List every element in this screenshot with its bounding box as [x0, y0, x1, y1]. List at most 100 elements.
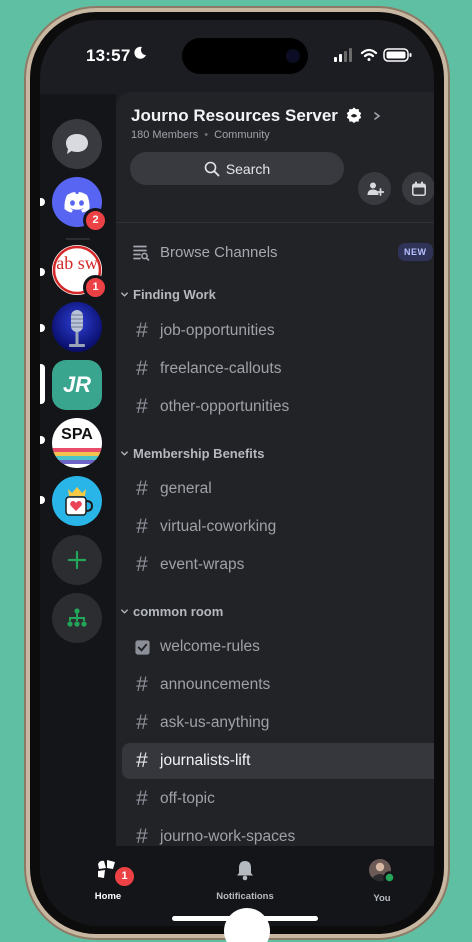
spa-stripes [52, 448, 102, 464]
chevron-down-icon [121, 451, 128, 456]
tab-notifications[interactable]: Notifications [195, 858, 295, 902]
channel-off-topic[interactable]: # off-topic [122, 781, 434, 817]
channel-label: virtual-coworking [160, 518, 277, 535]
chevron-down-icon [121, 609, 128, 614]
bell-icon [237, 861, 253, 881]
channel-freelance-callouts[interactable]: # freelance-callouts [122, 351, 434, 387]
category-membership-benefits[interactable]: Membership Benefits [120, 446, 264, 461]
hash-icon: # [136, 787, 148, 810]
category-finding-work[interactable]: Finding Work [120, 287, 216, 302]
plus-icon [67, 550, 87, 570]
hash-icon: # [136, 357, 148, 380]
chevron-down-icon [121, 292, 128, 297]
front-camera [286, 49, 300, 63]
jr-logo-text: JR [62, 372, 92, 397]
tab-home[interactable]: Home [58, 858, 158, 902]
calendar-icon [411, 181, 426, 196]
unread-indicator [40, 436, 45, 444]
hash-icon: # [136, 673, 148, 696]
hash-icon: # [136, 395, 148, 418]
channel-label: off-topic [160, 790, 215, 807]
add-member-icon [367, 182, 384, 196]
category-common-room[interactable]: common room [120, 604, 223, 619]
server-journo-resources[interactable]: JR [52, 360, 102, 410]
events-button[interactable] [402, 172, 434, 205]
server-name: Journo Resources Server [131, 106, 338, 125]
hash-icon: # [136, 749, 148, 772]
search-button[interactable]: Search [130, 152, 344, 185]
wifi-icon [360, 48, 378, 61]
server-header[interactable]: Journo Resources Server [131, 106, 382, 126]
tab-you-label: You [373, 893, 391, 904]
hierarchy-icon [67, 608, 87, 627]
channel-label: ask-us-anything [160, 714, 270, 731]
cellular-signal-icon [334, 48, 352, 62]
absw-notification-badge: 1 [83, 275, 108, 300]
browse-list-icon [133, 245, 150, 261]
status-time: 13:57 [86, 46, 131, 65]
browse-channels-label: Browse Channels [160, 243, 278, 261]
channel-announcements[interactable]: # announcements [122, 667, 434, 703]
channel-job-opportunities[interactable]: # job-opportunities [122, 313, 434, 349]
channel-label: job-opportunities [160, 322, 275, 339]
search-icon [204, 161, 220, 176]
browse-channels-button[interactable]: Browse Channels [132, 241, 432, 263]
hash-icon: # [136, 553, 148, 576]
server-spa[interactable]: SPA [52, 418, 102, 468]
channel-panel: Journo Resources Server 180 Members • Comm… [116, 92, 434, 866]
server-type: Community [214, 129, 270, 141]
status-bar: 13:57 [40, 20, 434, 90]
channel-event-wraps[interactable]: # event-wraps [122, 547, 434, 583]
microphone-icon [69, 310, 85, 347]
category-label: Membership Benefits [133, 446, 265, 461]
invite-button[interactable] [358, 172, 391, 205]
channel-label: other-opportunities [160, 398, 290, 415]
channel-label: event-wraps [160, 556, 245, 573]
tab-notifications-label: Notifications [216, 891, 274, 902]
channel-virtual-coworking[interactable]: # virtual-coworking [122, 509, 434, 545]
channel-label: general [160, 480, 212, 497]
category-label: common room [133, 604, 224, 619]
hash-icon: # [136, 319, 148, 342]
hash-icon: # [136, 477, 148, 500]
direct-messages-button[interactable] [52, 119, 102, 169]
hash-icon: # [136, 711, 148, 734]
channel-label: freelance-callouts [160, 360, 282, 377]
chevron-right-icon [374, 112, 381, 120]
category-label: Finding Work [133, 287, 216, 302]
channel-journalists-lift[interactable]: # journalists-lift [122, 743, 434, 779]
chat-bubble-icon [66, 134, 88, 154]
hash-icon: # [136, 515, 148, 538]
channel-welcome-rules[interactable]: welcome-rules [122, 629, 434, 665]
channel-label: journo-work-spaces [160, 828, 296, 845]
server-rail: 2 ab sw 1 JR SPA [40, 94, 116, 864]
server-coffee-club[interactable] [52, 476, 102, 526]
channel-label: journalists-lift [160, 752, 251, 769]
rail-separator [66, 238, 90, 240]
channel-other-opportunities[interactable]: # other-opportunities [122, 389, 434, 425]
tab-home-label: Home [94, 891, 122, 902]
unread-indicator [40, 198, 45, 206]
channel-ask-us-anything[interactable]: # ask-us-anything [122, 705, 434, 741]
unread-indicator [40, 268, 45, 276]
home-notification-badge: 1 [112, 864, 137, 889]
server-podcast[interactable] [52, 302, 102, 352]
battery-icon [383, 48, 412, 62]
channel-general[interactable]: # general [122, 471, 434, 507]
absw-logo-text: ab sw [56, 253, 98, 273]
server-meta: 180 Members • Community [131, 129, 270, 141]
tab-you[interactable]: You [332, 858, 432, 904]
spa-logo-text: SPA [61, 426, 93, 443]
avatar [369, 859, 396, 884]
new-badge: NEW [398, 243, 433, 261]
add-server-button[interactable] [52, 535, 102, 585]
app-screen: 13:57 2 ab sw 1 JR SPA Journo Resources … [40, 20, 434, 926]
focus-moon-icon [134, 46, 146, 59]
discord-notification-badge: 2 [83, 208, 108, 233]
server-discovery-button[interactable] [52, 593, 102, 643]
status-icons [334, 48, 412, 62]
rules-checkbox-icon [124, 635, 160, 659]
community-badge-icon [346, 107, 361, 123]
unread-indicator [40, 496, 45, 504]
unread-indicator [40, 324, 45, 332]
